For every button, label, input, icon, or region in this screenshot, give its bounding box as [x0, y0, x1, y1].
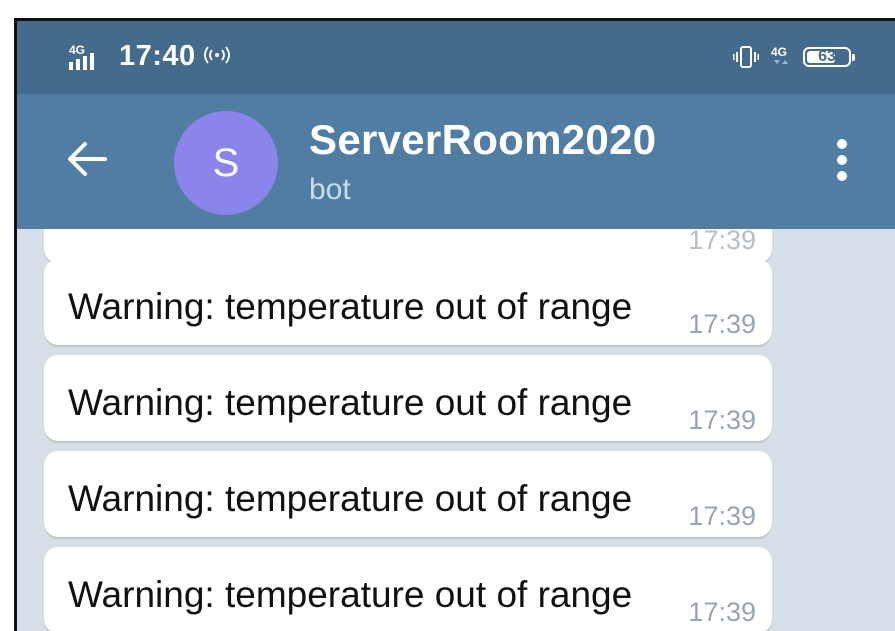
- message-time: 17:39: [688, 405, 756, 435]
- message-bubble[interactable]: Warning: temperature out of range 17:39: [44, 451, 772, 537]
- arrow-left-icon: [68, 142, 107, 176]
- network-type-left: 4G: [69, 43, 85, 57]
- dot-icon: [837, 139, 847, 149]
- status-time: 17:40: [119, 40, 196, 72]
- avatar[interactable]: S: [174, 111, 278, 215]
- message-text: Warning: temperature out of range: [68, 382, 633, 423]
- cellular-signal-icon: 4G: [69, 43, 94, 70]
- message-list[interactable]: 17:39 Warning: temperature out of range …: [17, 229, 895, 631]
- more-options-button[interactable]: [835, 139, 849, 187]
- message-time: 17:39: [688, 309, 756, 339]
- message-bubble[interactable]: Warning: temperature out of range 17:39: [44, 547, 772, 631]
- message-text: Warning: temperature out of range: [68, 478, 633, 519]
- vibrate-icon: [733, 46, 759, 68]
- phone-screen: 4G 17:40 4G 63 S ServerRoom2020 bot 17:3…: [14, 18, 895, 631]
- message-time: 17:39: [688, 597, 756, 627]
- status-left: 4G 17:40: [67, 40, 230, 73]
- chat-header: S ServerRoom2020 bot: [17, 94, 895, 229]
- avatar-letter: S: [212, 140, 240, 185]
- mobile-data-icon: 4G: [771, 45, 788, 64]
- message-text: Warning: temperature out of range: [68, 574, 633, 615]
- message-bubble-partial[interactable]: 17:39: [44, 229, 772, 263]
- chat-subtitle: bot: [309, 173, 351, 206]
- dot-icon: [837, 155, 847, 165]
- message-time: 17:39: [688, 229, 756, 255]
- chat-title[interactable]: ServerRoom2020: [309, 116, 656, 164]
- network-type-right: 4G: [771, 45, 787, 59]
- message-bubble[interactable]: Warning: temperature out of range 17:39: [44, 355, 772, 441]
- hotspot-icon: [203, 45, 230, 64]
- status-right: 4G 63: [733, 45, 855, 69]
- battery-level-text: 63: [818, 48, 836, 65]
- dot-icon: [837, 171, 847, 181]
- status-bar: 4G 17:40 4G 63: [17, 21, 895, 94]
- battery-icon: 63: [803, 47, 855, 67]
- message-bubble[interactable]: Warning: temperature out of range 17:39: [44, 259, 772, 345]
- message-text: Warning: temperature out of range: [68, 286, 633, 327]
- message-time: 17:39: [688, 501, 756, 531]
- back-button[interactable]: [65, 139, 109, 179]
